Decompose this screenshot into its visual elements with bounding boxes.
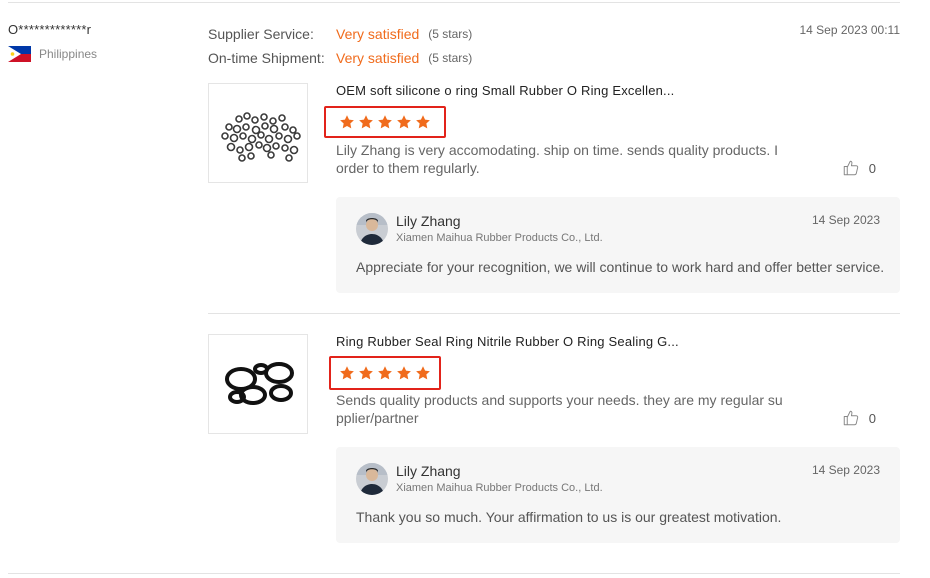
philippines-flag-icon: [8, 46, 31, 62]
review-comment: Sends quality products and supports your…: [336, 392, 783, 426]
supplier-service-rating: Supplier Service: Very satisfied (5 star…: [208, 22, 472, 46]
star-icon: [358, 114, 374, 130]
star-icon: [415, 114, 431, 130]
thumbs-up-icon: [842, 159, 860, 177]
thumbs-up-icon: [842, 409, 860, 427]
star-icon: [377, 365, 393, 381]
supplier-service-stars: (5 stars): [428, 27, 473, 41]
bottom-divider: [8, 573, 900, 574]
avatar: [356, 213, 388, 245]
reply-date: 14 Sep 2023: [811, 213, 880, 227]
product-rating-stars: [329, 356, 441, 390]
like-count: 0: [868, 160, 876, 176]
product-title-link[interactable]: OEM soft silicone o ring Small Rubber O …: [336, 83, 675, 98]
on-time-shipment-label: On-time Shipment:: [208, 50, 325, 66]
supplier-reply: Lily Zhang Xiamen Maihua Rubber Products…: [336, 197, 900, 293]
reply-company: Xiamen Maihua Rubber Products Co., Ltd.: [396, 232, 603, 244]
o-ring-small-image: [221, 112, 301, 162]
star-icon: [358, 365, 374, 381]
review-divider: [208, 313, 900, 314]
star-icon: [396, 365, 412, 381]
reviewer-country: Philippines: [8, 46, 97, 62]
product-review: Ring Rubber Seal Ring Nitrile Rubber O R…: [208, 334, 900, 544]
supplier-reply: Lily Zhang Xiamen Maihua Rubber Products…: [336, 447, 900, 543]
reply-company: Xiamen Maihua Rubber Products Co., Ltd.: [396, 482, 603, 494]
on-time-shipment-stars: (5 stars): [428, 51, 473, 65]
product-image[interactable]: [208, 83, 308, 183]
product-review: OEM soft silicone o ring Small Rubber O …: [208, 83, 900, 293]
on-time-shipment-rating: On-time Shipment: Very satisfied (5 star…: [208, 46, 472, 70]
reply-text: Thank you so much. Your affirmation to u…: [356, 509, 782, 525]
o-ring-large-image: [225, 362, 294, 405]
reviewer-info: O*************r Philippines: [8, 22, 97, 62]
avatar: [356, 463, 388, 495]
review-date: 14 Sep 2023 00:11: [799, 23, 900, 37]
reply-text: Appreciate for your recognition, we will…: [356, 259, 885, 275]
supplier-service-label: Supplier Service:: [208, 26, 314, 42]
product-title-link[interactable]: Ring Rubber Seal Ring Nitrile Rubber O R…: [336, 334, 679, 349]
star-icon: [377, 114, 393, 130]
like-count: 0: [868, 410, 876, 426]
supplier-service-value: Very satisfied: [336, 26, 420, 42]
star-icon: [396, 114, 412, 130]
product-image[interactable]: [208, 334, 308, 434]
reply-author-name: Lily Zhang: [396, 463, 461, 479]
like-button[interactable]: 0: [842, 159, 876, 177]
reply-date: 14 Sep 2023: [811, 463, 880, 477]
star-icon: [415, 365, 431, 381]
reviewer-name: O*************r: [8, 22, 92, 37]
reply-author-name: Lily Zhang: [396, 213, 461, 229]
product-rating-stars: [324, 106, 446, 138]
top-divider: [8, 2, 900, 3]
star-icon: [339, 114, 355, 130]
like-button[interactable]: 0: [842, 409, 876, 427]
country-label: Philippines: [39, 47, 98, 61]
ratings-summary: Supplier Service: Very satisfied (5 star…: [208, 22, 472, 70]
star-icon: [339, 365, 355, 381]
on-time-shipment-value: Very satisfied: [336, 50, 420, 66]
review-comment: Lily Zhang is very accomodating. ship on…: [336, 142, 778, 176]
